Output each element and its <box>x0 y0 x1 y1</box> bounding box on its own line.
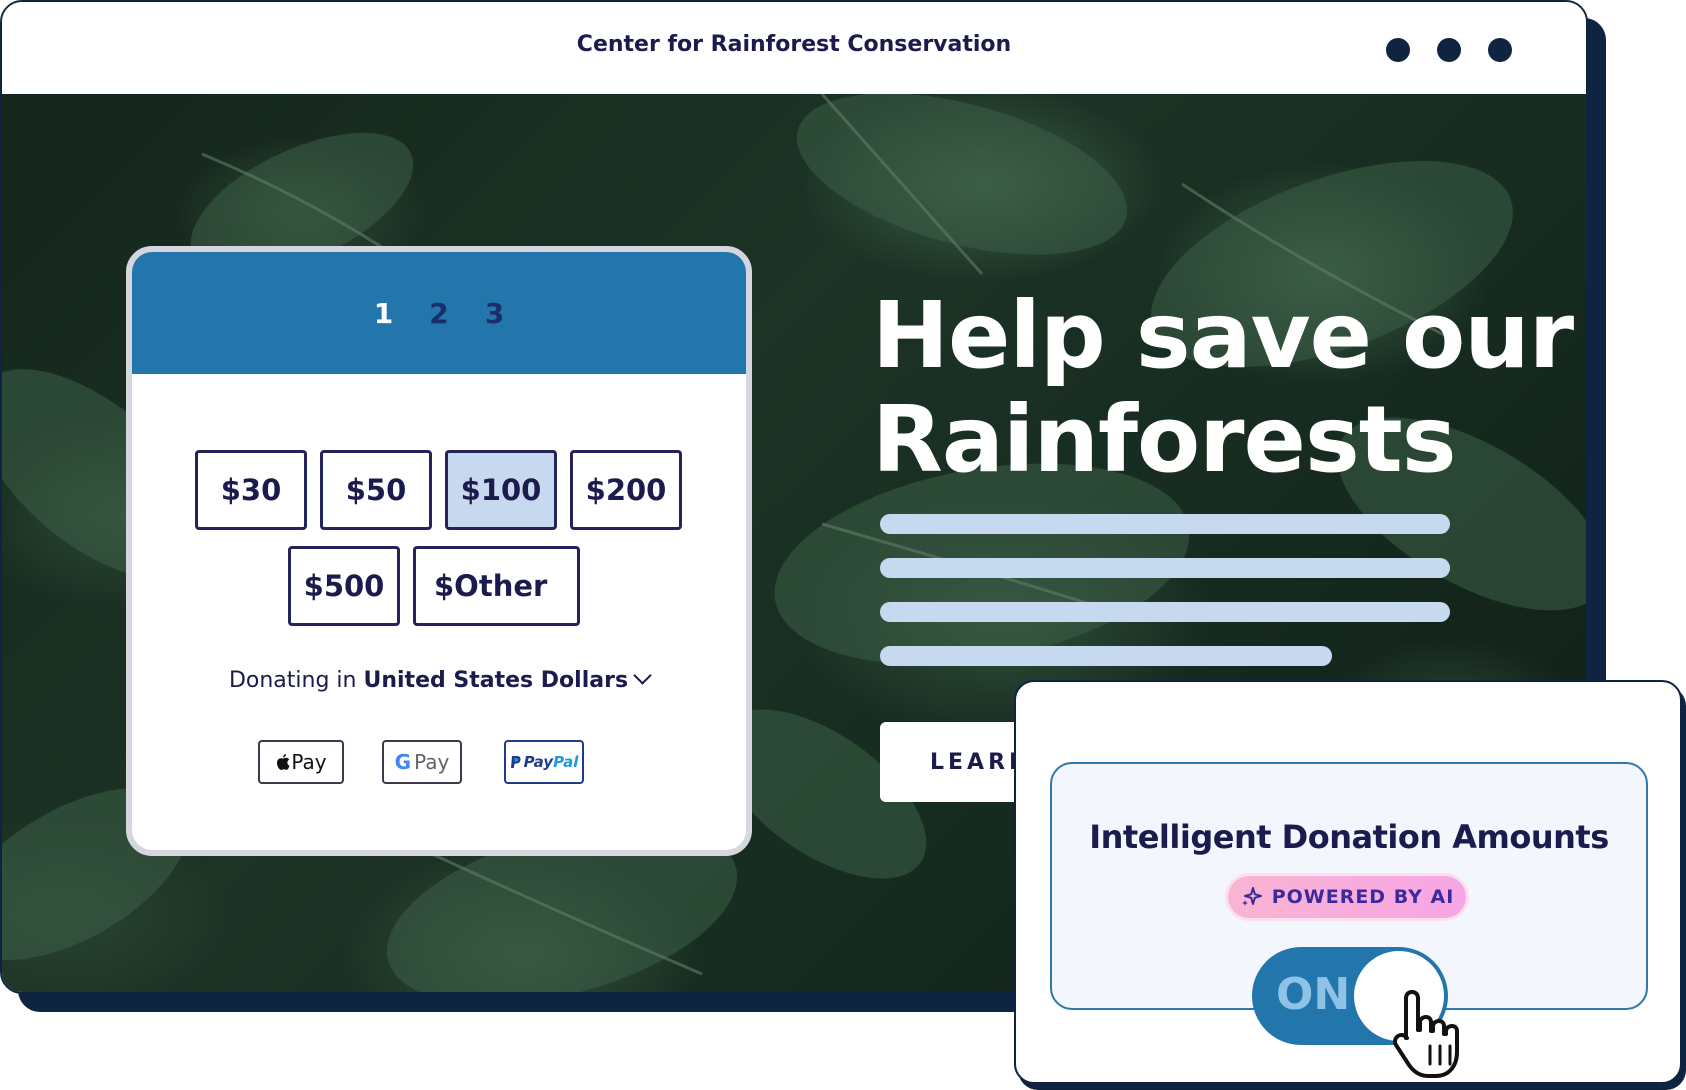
google-pay-button[interactable]: G Pay <box>382 740 462 784</box>
body-text-placeholder-line <box>880 514 1450 534</box>
body-text-placeholder-line <box>880 602 1450 622</box>
google-pay-label: Pay <box>414 750 450 774</box>
paypal-label-part1: Pay <box>523 753 554 771</box>
site-title: Center for Rainforest Conservation <box>576 32 1012 57</box>
chevron-down-icon[interactable] <box>633 666 652 685</box>
apple-pay-label: Pay <box>291 750 327 774</box>
body-text-placeholder-line <box>880 558 1450 578</box>
amount-button-30[interactable]: $30 <box>195 450 307 530</box>
amount-button-other[interactable]: $Other <box>413 546 580 626</box>
headline-line-2: Rainforests <box>872 386 1456 493</box>
currency-value[interactable]: United States Dollars <box>363 668 628 693</box>
step-3[interactable]: 3 <box>485 297 504 330</box>
amount-button-500[interactable]: $500 <box>288 546 400 626</box>
donation-form: 1 2 3 $30 $50 $100 $200 $500 $Other Dona… <box>126 246 752 856</box>
ai-feature-title: Intelligent Donation Amounts <box>1089 818 1609 856</box>
ai-donation-card: Intelligent Donation Amounts POWERED BY … <box>1014 680 1682 1084</box>
sparkle-icon <box>1241 887 1262 906</box>
headline-line-1: Help save our <box>872 282 1574 389</box>
google-g-icon: G <box>394 750 412 774</box>
powered-by-ai-badge: POWERED BY AI <box>1228 876 1466 918</box>
apple-pay-button[interactable]: Pay <box>258 740 344 784</box>
amount-button-100[interactable]: $100 <box>445 450 557 530</box>
step-2[interactable]: 2 <box>429 297 448 330</box>
step-1[interactable]: 1 <box>374 297 393 330</box>
body-text-placeholder-line <box>880 646 1332 666</box>
paypal-label-part2: Pal <box>553 753 579 771</box>
window-controls <box>1386 38 1512 62</box>
apple-icon <box>277 754 290 770</box>
toggle-state-label: ON <box>1276 969 1351 1020</box>
window-dot-icon[interactable] <box>1437 38 1461 62</box>
hand-pointer-cursor-icon <box>1392 990 1459 1078</box>
amount-button-200[interactable]: $200 <box>570 450 682 530</box>
hero-headline: Help save our Rainforests <box>872 282 1574 493</box>
powered-by-ai-label: POWERED BY AI <box>1271 886 1455 908</box>
currency-selector[interactable]: Donating in United States Dollars <box>132 666 746 693</box>
window-dot-icon[interactable] <box>1488 38 1512 62</box>
currency-prefix: Donating in <box>228 668 357 693</box>
paypal-p-icon <box>510 756 521 768</box>
amount-button-50[interactable]: $50 <box>320 450 432 530</box>
window-dot-icon[interactable] <box>1386 38 1410 62</box>
step-indicator: 1 2 3 <box>132 252 746 374</box>
paypal-button[interactable]: Pay Pal <box>504 740 584 784</box>
browser-titlebar: Center for Rainforest Conservation <box>2 2 1586 96</box>
